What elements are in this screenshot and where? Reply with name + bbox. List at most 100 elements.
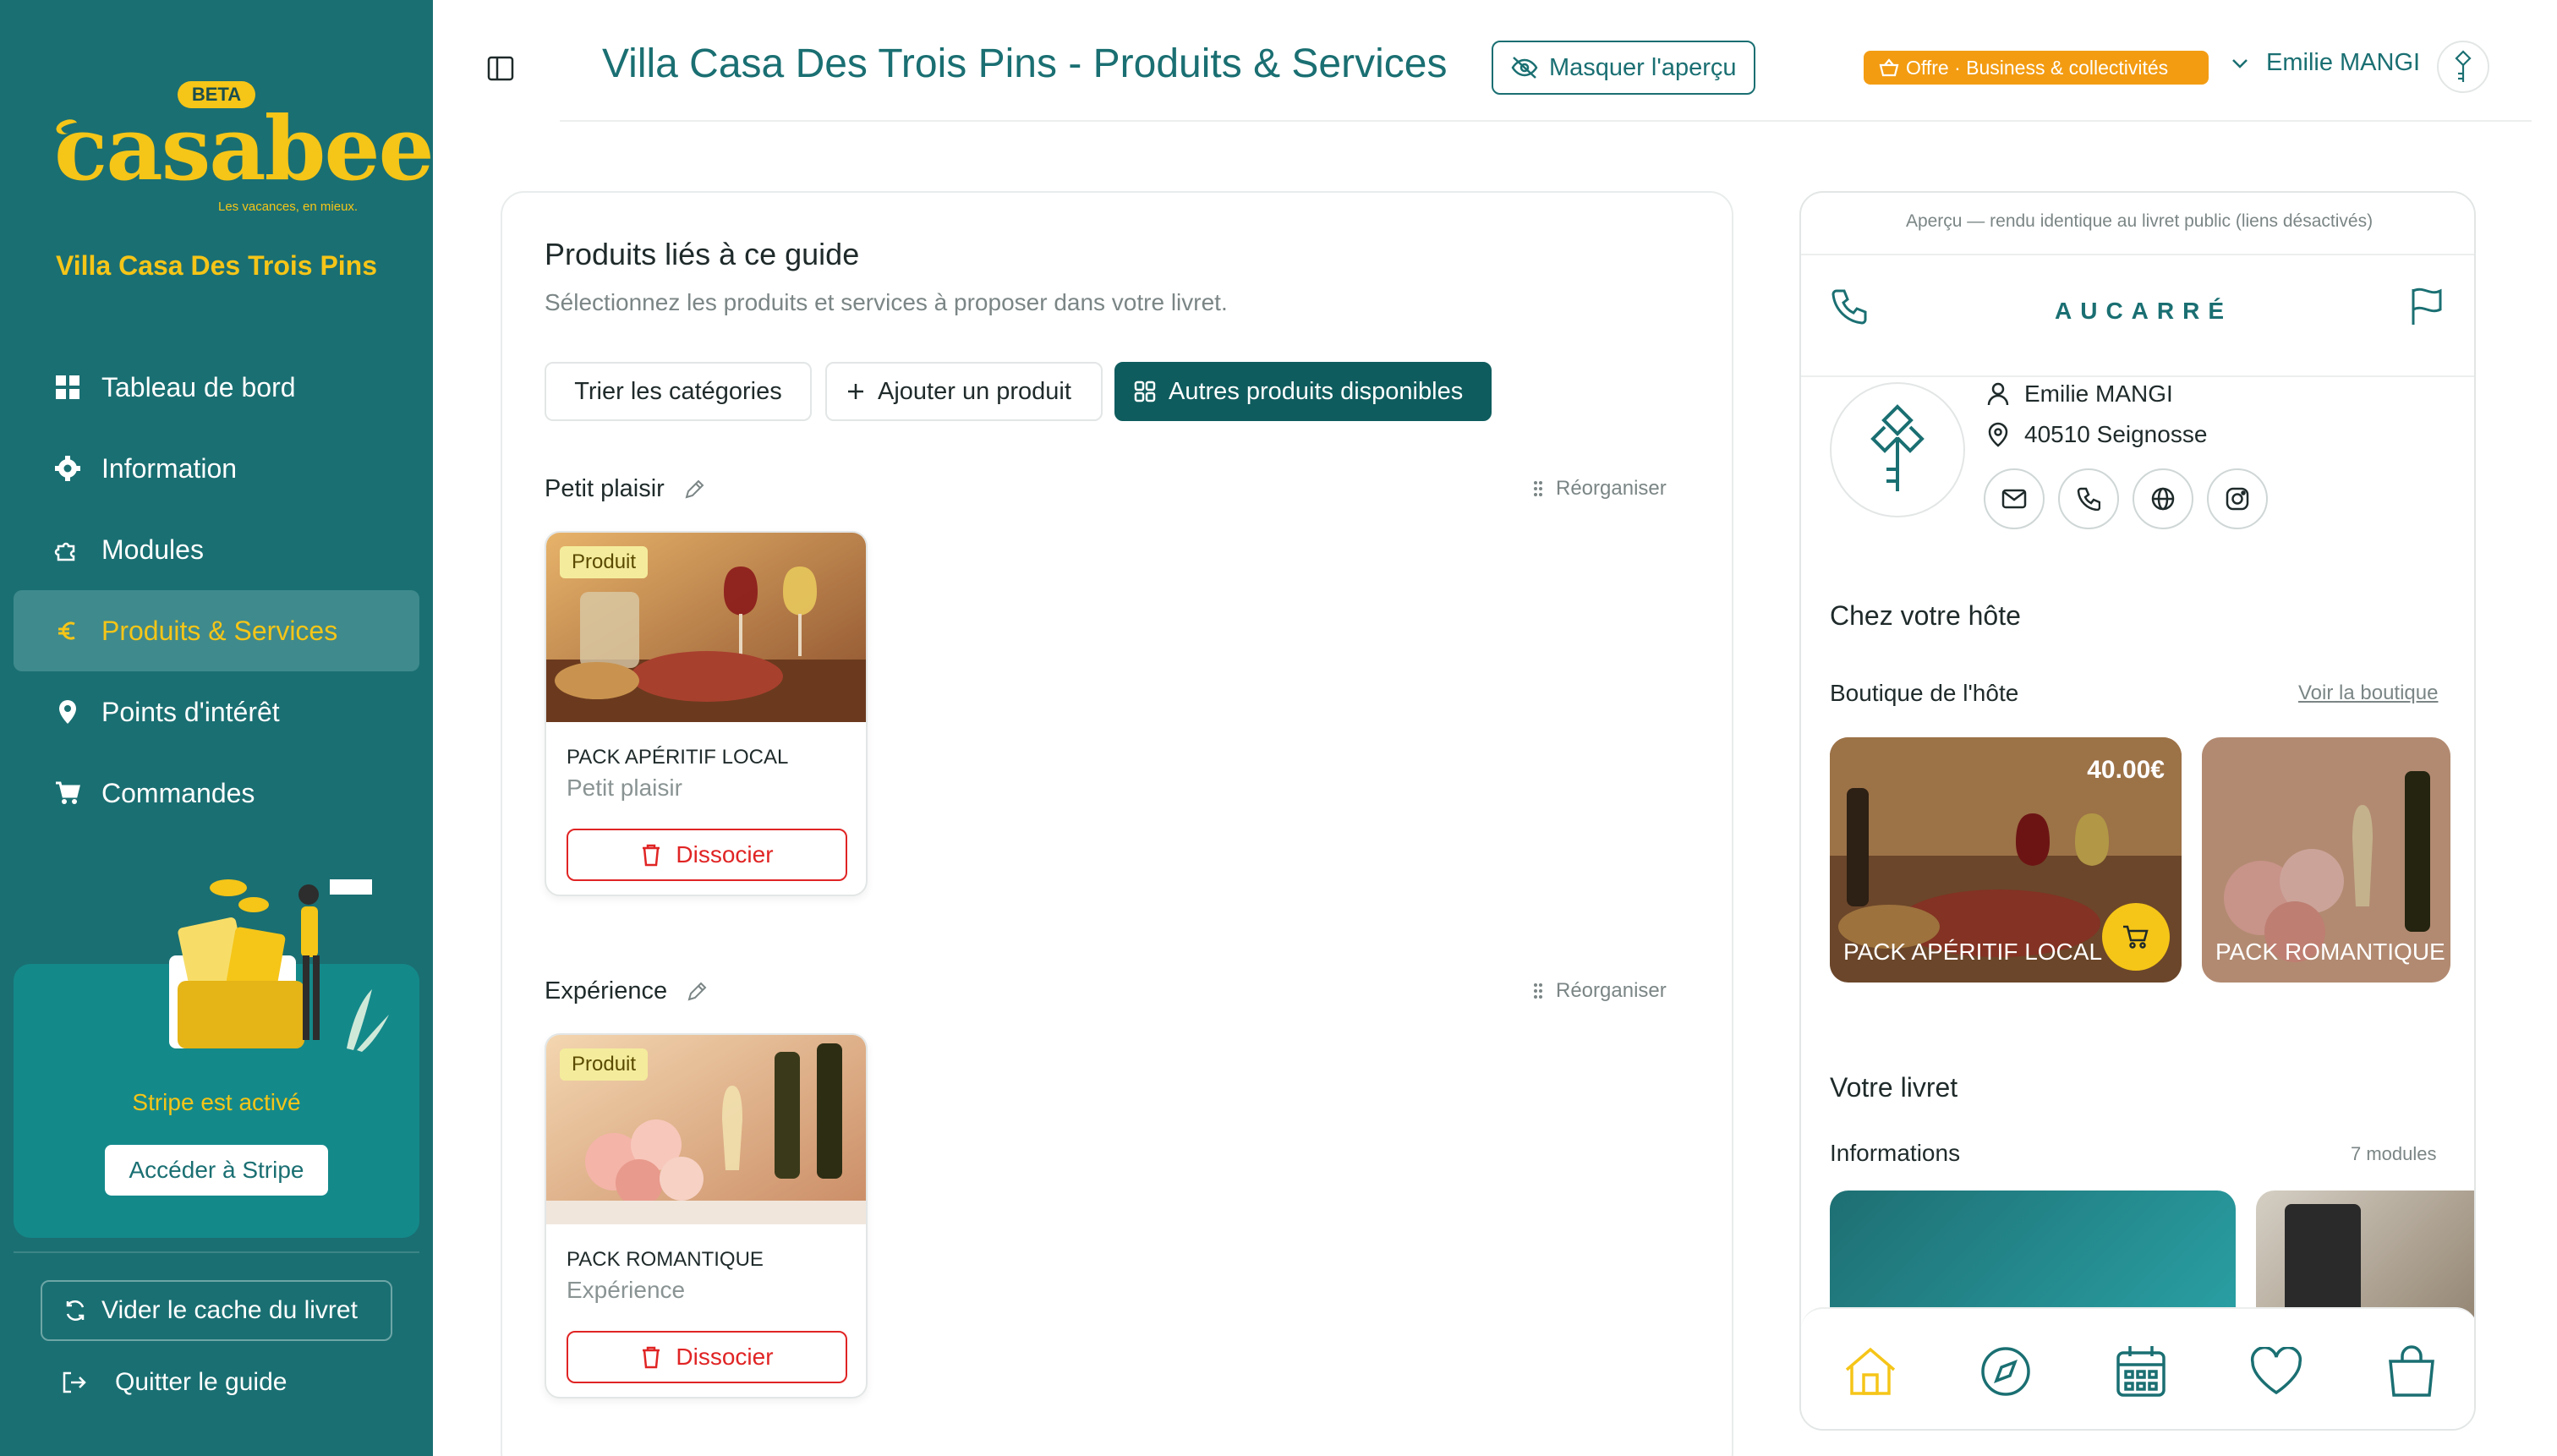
instagram-icon — [2226, 487, 2249, 511]
basket-icon — [1879, 58, 1899, 77]
sidebar-item-label: Modules — [101, 534, 204, 565]
info-section-title: Informations — [1830, 1140, 1961, 1166]
shop-item-name: PACK APÉRITIF LOCAL — [1843, 939, 2103, 965]
dissociate-button[interactable]: Dissocier — [567, 1331, 847, 1383]
quit-guide-link[interactable]: Quitter le guide — [61, 1368, 287, 1397]
sidebar: BETA casabee Les vacances, en mieux. Vil… — [0, 0, 435, 1456]
partner-brand-logo: AUCARRÉ — [2055, 298, 2232, 324]
sidebar-item-label: Tableau de bord — [101, 371, 296, 402]
logo-tagline: Les vacances, en mieux. — [218, 200, 359, 214]
preview-divider — [1801, 254, 2474, 255]
product-card[interactable]: Produit PACK ROMANTIQUE Expérience Disso… — [545, 1033, 868, 1399]
preview-divider — [1801, 375, 2474, 377]
euro-icon — [52, 616, 83, 646]
tab-favorites[interactable] — [2246, 1341, 2307, 1402]
host-location-line: 40510 Seignosse — [1987, 421, 2207, 448]
category-name: Expérience — [545, 977, 668, 1004]
add-product-button[interactable]: Ajouter un produit — [825, 362, 1103, 421]
shop-item-price: 40.00€ — [2087, 756, 2165, 784]
sidebar-item-dashboard[interactable]: Tableau de bord — [14, 347, 419, 428]
heart-icon — [2250, 1347, 2302, 1395]
product-category: Petit plaisir — [567, 775, 682, 801]
host-logo — [1830, 382, 1965, 517]
tab-explore[interactable] — [1975, 1341, 2036, 1402]
stripe-access-button[interactable]: Accéder à Stripe — [105, 1145, 328, 1196]
sidebar-toggle-icon[interactable] — [487, 56, 514, 81]
sidebar-item-products[interactable]: Produits & Services — [14, 590, 419, 671]
view-shop-link[interactable]: Voir la boutique — [2298, 681, 2438, 705]
flag-icon[interactable] — [2408, 286, 2445, 326]
products-title: Produits liés à ce guide — [545, 237, 860, 271]
trash-icon — [643, 1346, 660, 1369]
email-contact-button[interactable] — [1984, 468, 2045, 529]
reorganize-button[interactable]: Réorganiser — [1532, 477, 1667, 501]
phone-contact-button[interactable] — [2058, 468, 2119, 529]
villa-name: Villa Casa Des Trois Pins — [55, 250, 378, 281]
key-logo-icon — [2455, 50, 2472, 82]
other-products-button[interactable]: Autres produits disponibles — [1114, 362, 1492, 421]
page-title: Villa Casa Des Trois Pins - Produits & S… — [602, 41, 1448, 86]
tab-home[interactable] — [1840, 1341, 1901, 1402]
wallet-illustration — [169, 879, 389, 1052]
quit-guide-label: Quitter le guide — [115, 1368, 287, 1396]
product-card[interactable]: Produit PACK APÉRITIF LOCAL Petit plaisi… — [545, 531, 868, 896]
shop-item-card[interactable]: PACK ROMANTIQUE — [2202, 737, 2450, 983]
sidebar-item-label: Produits & Services — [101, 615, 338, 646]
dissociate-label: Dissocier — [676, 1344, 774, 1370]
reorganize-label: Réorganiser — [1556, 477, 1667, 500]
avatar[interactable] — [2437, 41, 2489, 93]
product-name: PACK APÉRITIF LOCAL — [567, 746, 789, 769]
add-product-label: Ajouter un produit — [878, 377, 1071, 405]
product-category: Expérience — [567, 1277, 686, 1303]
home-icon — [1845, 1347, 1896, 1395]
offer-badge-label: Offre · Business & collectivités — [1906, 56, 2169, 79]
add-to-cart-button[interactable] — [2102, 903, 2170, 971]
drag-handle-icon — [1534, 983, 1542, 999]
sidebar-item-label: Information — [101, 452, 238, 484]
sidebar-item-modules[interactable]: Modules — [14, 509, 419, 590]
pencil-icon[interactable] — [683, 479, 705, 501]
gear-icon — [52, 453, 83, 484]
instagram-contact-button[interactable] — [2207, 468, 2268, 529]
clear-cache-label: Vider le cache du livret — [101, 1296, 358, 1324]
sidebar-item-information[interactable]: Information — [14, 428, 419, 509]
sidebar-item-label: Commandes — [101, 777, 255, 808]
sidebar-item-orders[interactable]: Commandes — [14, 753, 419, 834]
chevron-down-icon — [2232, 58, 2248, 68]
cart-icon — [2123, 925, 2149, 949]
casabee-logo[interactable]: casabee — [54, 105, 435, 193]
user-menu[interactable]: Emilie MANGI — [2231, 49, 2420, 77]
trash-icon — [643, 844, 660, 867]
key-logo-icon — [1870, 404, 1925, 491]
shop-item-name: PACK ROMANTIQUE — [2215, 939, 2445, 965]
website-contact-button[interactable] — [2133, 468, 2193, 529]
tab-calendar[interactable] — [2111, 1341, 2171, 1402]
sort-categories-button[interactable]: Trier les catégories — [545, 362, 812, 421]
host-location: 40510 Seignosse — [2024, 421, 2208, 447]
dissociate-label: Dissocier — [676, 841, 774, 868]
preview-note: Aperçu — rendu identique au livret publi… — [1905, 211, 2374, 231]
globe-icon — [2151, 487, 2175, 511]
sidebar-item-poi[interactable]: Points d'intérêt — [14, 671, 419, 753]
category-header: Petit plaisir — [545, 475, 705, 503]
user-icon — [1987, 382, 2009, 406]
plus-icon — [848, 384, 863, 399]
tab-shop[interactable] — [2381, 1341, 2442, 1402]
product-name: PACK ROMANTIQUE — [567, 1248, 764, 1271]
calendar-icon — [2116, 1346, 2166, 1397]
info-module-count: 7 modules — [2351, 1143, 2437, 1164]
products-card: Produits liés à ce guide Sélectionnez le… — [501, 191, 1733, 1456]
sidebar-divider — [14, 1251, 419, 1253]
sidebar-nav: Tableau de bord Information Modules Prod… — [14, 347, 419, 834]
hide-preview-button[interactable]: Masquer l'aperçu — [1492, 41, 1755, 95]
phone-icon[interactable] — [1830, 287, 1869, 326]
clear-cache-button[interactable]: Vider le cache du livret — [41, 1280, 392, 1341]
logout-icon — [63, 1371, 86, 1393]
host-name: Emilie MANGI — [2024, 380, 2173, 407]
offer-badge[interactable]: Offre · Business & collectivités — [1864, 51, 2209, 85]
reorganize-button[interactable]: Réorganiser — [1532, 979, 1667, 1003]
sort-categories-label: Trier les catégories — [574, 377, 782, 405]
dissociate-button[interactable]: Dissocier — [567, 829, 847, 881]
shop-item-card[interactable]: 40.00€ PACK APÉRITIF LOCAL — [1830, 737, 2182, 983]
pencil-icon[interactable] — [686, 981, 708, 1003]
